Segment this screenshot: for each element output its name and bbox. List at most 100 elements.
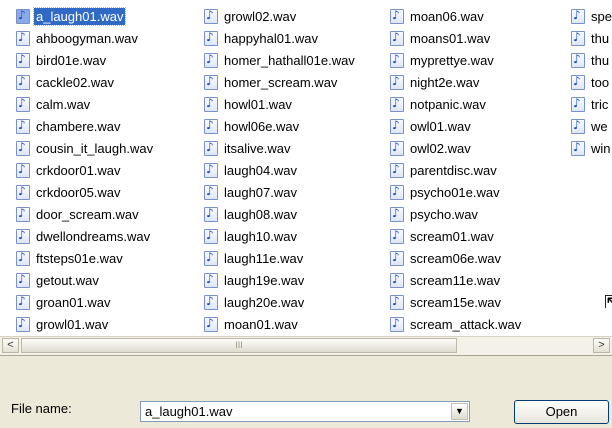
file-item[interactable]: getout.wav [14,270,155,292]
file-name: growl01.wav [36,317,109,332]
file-name: night2e.wav [410,75,480,90]
file-item[interactable]: dwellondreams.wav [14,226,155,248]
file-item[interactable]: chambere.wav [14,116,155,138]
file-name: scream11e.wav [410,273,501,288]
file-item[interactable]: calm.wav [14,94,155,116]
file-name: we [591,119,608,134]
file-name: groan01.wav [36,295,111,310]
audio-file-icon [16,292,30,310]
file-name: laugh10.wav [224,229,297,244]
file-item[interactable]: a_laugh01.wav [14,6,155,28]
file-item[interactable]: scream01.wav [388,226,523,248]
file-item[interactable]: laugh10.wav [202,226,357,248]
file-item[interactable]: night2e.wav [388,72,523,94]
audio-file-icon [390,138,404,156]
file-item[interactable]: growl02.wav [202,6,357,28]
audio-file-icon [390,226,404,244]
file-item[interactable]: ftsteps01e.wav [14,248,155,270]
audio-file-icon [390,50,404,68]
file-item[interactable]: psycho.wav [388,204,523,226]
file-item[interactable]: psycho01e.wav [388,182,523,204]
audio-file-icon [16,182,30,200]
file-item[interactable]: laugh11e.wav [202,248,357,270]
file-name: moan06.wav [410,9,484,24]
file-item[interactable]: crkdoor05.wav [14,182,155,204]
audio-file-icon [204,314,218,332]
file-item[interactable]: win [569,138,612,160]
file-item[interactable]: homer_scream.wav [202,72,357,94]
file-item[interactable]: parentdisc.wav [388,160,523,182]
audio-file-icon [571,50,585,68]
file-item[interactable]: we [569,116,612,138]
filename-combobox[interactable]: ▼ [140,401,470,422]
audio-file-icon [571,94,585,112]
file-item[interactable]: cackle02.wav [14,72,155,94]
file-item[interactable]: door_scream.wav [14,204,155,226]
open-button[interactable]: Open [514,400,609,424]
file-item[interactable]: thu [569,28,612,50]
file-name: growl02.wav [224,9,297,24]
file-item[interactable]: moans01.wav [388,28,523,50]
file-name: myprettye.wav [410,53,494,68]
file-item[interactable]: scream06e.wav [388,248,523,270]
file-item[interactable]: owl01.wav [388,116,523,138]
file-item[interactable]: laugh04.wav [202,160,357,182]
file-list-pane[interactable]: a_laugh01.wav ahboogyman.wav bird01e.wav ca… [0,0,612,356]
audio-file-icon [390,292,404,310]
file-item[interactable]: bird01e.wav [14,50,155,72]
file-name: laugh07.wav [224,185,297,200]
horizontal-scrollbar[interactable]: < III > [0,336,612,355]
file-item[interactable]: homer_hathall01e.wav [202,50,357,72]
audio-file-icon [204,160,218,178]
file-name: ahboogyman.wav [36,31,138,46]
scroll-left-button[interactable]: < [2,338,19,353]
file-name: moans01.wav [410,31,491,46]
file-item[interactable]: tric [569,94,612,116]
file-item[interactable]: laugh07.wav [202,182,357,204]
audio-file-icon [204,204,218,222]
file-name: door_scream.wav [36,207,139,222]
file-name: moan01.wav [224,317,298,332]
file-name: too [591,75,610,90]
file-item[interactable]: notpanic.wav [388,94,523,116]
file-item[interactable]: too [569,72,612,94]
file-item[interactable]: itsalive.wav [202,138,357,160]
file-item[interactable]: groan01.wav [14,292,155,314]
file-item[interactable]: laugh20e.wav [202,292,357,314]
scroll-right-button[interactable]: > [593,338,610,353]
filename-input[interactable] [143,403,447,420]
file-item[interactable]: happyhal01.wav [202,28,357,50]
audio-file-icon [204,292,218,310]
file-name: thu [591,31,610,46]
file-name: laugh20e.wav [224,295,305,310]
file-item[interactable]: scream11e.wav [388,270,523,292]
file-item[interactable]: ahboogyman.wav [14,28,155,50]
scrollbar-thumb[interactable]: III [21,338,457,353]
file-item[interactable]: thu [569,50,612,72]
file-name: homer_hathall01e.wav [224,53,355,68]
file-item[interactable]: laugh08.wav [202,204,357,226]
file-name: laugh04.wav [224,163,297,178]
file-item[interactable]: crkdoor01.wav [14,160,155,182]
audio-file-icon [204,94,218,112]
file-item[interactable]: myprettye.wav [388,50,523,72]
file-name: scream06e.wav [410,251,502,266]
file-name: howl01.wav [224,97,292,112]
file-item[interactable]: spe [569,6,612,28]
file-item[interactable]: howl01.wav [202,94,357,116]
audio-file-icon [571,72,585,90]
file-item[interactable]: cousin_it_laugh.wav [14,138,155,160]
file-item[interactable]: scream_attack.wav [388,314,523,336]
file-item[interactable]: moan06.wav [388,6,523,28]
file-item[interactable]: growl01.wav [14,314,155,336]
file-name: parentdisc.wav [410,163,497,178]
audio-file-icon [571,6,585,24]
file-item[interactable]: owl02.wav [388,138,523,160]
file-item[interactable]: scream15e.wav [388,292,523,314]
file-item[interactable]: laugh19e.wav [202,270,357,292]
chevron-down-icon[interactable]: ▼ [451,403,468,420]
audio-file-icon [571,138,585,156]
file-item[interactable]: moan01.wav [202,314,357,336]
audio-file-icon [390,116,404,134]
file-item[interactable]: howl06e.wav [202,116,357,138]
